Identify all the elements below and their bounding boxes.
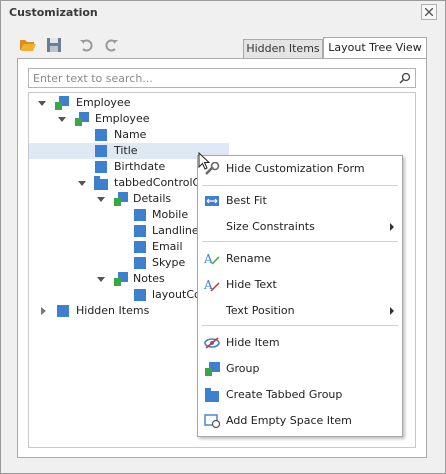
- tab-hidden-items[interactable]: Hidden Items: [243, 39, 323, 59]
- menu-separator: [202, 325, 398, 326]
- submenu-arrow-icon: [390, 307, 394, 315]
- window-title: Customization: [9, 6, 98, 19]
- tree-item-label: Employee: [76, 96, 131, 109]
- menu-item-label: Size Constraints: [226, 220, 315, 233]
- tree-item-label: Title: [114, 144, 138, 157]
- tree-item-label: Landline: [152, 224, 199, 237]
- layout-item-icon: [134, 289, 146, 301]
- menu-item-label: Rename: [226, 252, 272, 265]
- tree-item-label: Hidden Items: [76, 304, 150, 317]
- search-input[interactable]: Enter text to search...: [28, 68, 416, 88]
- undo-icon[interactable]: [78, 36, 96, 54]
- collapse-arrow-icon[interactable]: [38, 99, 46, 107]
- menu-item-create-tabbed-group[interactable]: Create Tabbed Group: [198, 383, 402, 407]
- tree-item-label: Name: [114, 128, 147, 141]
- layout-item-icon: [134, 209, 146, 221]
- layout-item-icon: [95, 145, 107, 157]
- layout-item-icon: [134, 257, 146, 269]
- menu-item-size-constraints[interactable]: Size Constraints: [198, 215, 402, 239]
- menu-item-text-position[interactable]: Text Position: [198, 299, 402, 323]
- group-icon: [114, 272, 128, 286]
- hide-text-icon: A: [204, 278, 220, 292]
- svg-text:A: A: [204, 252, 213, 266]
- collapse-arrow-icon[interactable]: [97, 195, 105, 203]
- menu-item-hide-text[interactable]: A Hide Text: [198, 273, 402, 297]
- close-icon: [425, 8, 433, 16]
- redo-icon[interactable]: [102, 36, 120, 54]
- menu-separator: [202, 241, 398, 242]
- menu-item-label: Hide Customization Form: [226, 162, 365, 175]
- hidden-eye-icon: [204, 337, 220, 349]
- tree-item-label: Skype: [152, 256, 186, 269]
- menu-item-label: Hide Text: [226, 278, 277, 291]
- menu-item-hide-item[interactable]: Hide Item: [198, 331, 402, 355]
- group-icon: [55, 96, 69, 110]
- menu-item-hide-customization-form[interactable]: Hide Customization Form: [198, 157, 402, 181]
- layout-item-icon: [95, 161, 107, 173]
- menu-item-label: Add Empty Space Item: [226, 414, 352, 427]
- menu-item-label: Best Fit: [226, 194, 267, 207]
- mouse-cursor-icon: [198, 152, 210, 170]
- group-icon: [75, 112, 89, 126]
- layout-item-icon: [57, 305, 69, 317]
- collapse-arrow-icon[interactable]: [78, 179, 86, 187]
- menu-item-rename[interactable]: A Rename: [198, 247, 402, 271]
- menu-item-label: Create Tabbed Group: [226, 388, 343, 401]
- expand-arrow-icon[interactable]: [39, 307, 47, 315]
- search-placeholder: Enter text to search...: [33, 72, 153, 85]
- context-menu: Hide Customization Form Best Fit Size Co…: [197, 155, 403, 437]
- tree-item-label: Email: [152, 240, 183, 253]
- tree-item-label: Notes: [133, 272, 165, 285]
- layout-item-icon: [95, 129, 107, 141]
- tabbed-group-icon: [205, 388, 219, 402]
- close-button[interactable]: [421, 4, 437, 20]
- title-bar: Customization: [1, 1, 445, 25]
- empty-space-icon: [204, 414, 220, 428]
- submenu-arrow-icon: [390, 223, 394, 231]
- menu-item-label: Hide Item: [226, 336, 280, 349]
- tree-item-label: Details: [133, 192, 172, 205]
- menu-item-label: Group: [226, 362, 260, 375]
- menu-item-add-empty-space[interactable]: Add Empty Space Item: [198, 409, 402, 433]
- tab-layout-tree-view[interactable]: Layout Tree View: [323, 37, 427, 59]
- menu-item-group[interactable]: Group: [198, 357, 402, 381]
- tree-item-label: Birthdate: [114, 160, 166, 173]
- save-icon[interactable]: [45, 36, 63, 54]
- menu-separator: [202, 185, 398, 186]
- layout-item-icon: [134, 225, 146, 237]
- menu-item-label: Text Position: [226, 304, 295, 317]
- rename-icon: A: [204, 252, 220, 266]
- tree-item-label: Mobile: [152, 208, 189, 221]
- layout-item-icon: [134, 241, 146, 253]
- best-fit-icon: [205, 196, 219, 206]
- collapse-arrow-icon[interactable]: [97, 275, 105, 283]
- menu-item-best-fit[interactable]: Best Fit: [198, 189, 402, 213]
- tabbed-group-icon: [94, 176, 108, 190]
- open-folder-icon[interactable]: [19, 36, 37, 54]
- group-icon: [205, 362, 220, 376]
- search-icon[interactable]: [399, 72, 411, 84]
- group-icon: [114, 192, 128, 206]
- collapse-arrow-icon[interactable]: [58, 115, 66, 123]
- tree-item-label: Employee: [95, 112, 150, 125]
